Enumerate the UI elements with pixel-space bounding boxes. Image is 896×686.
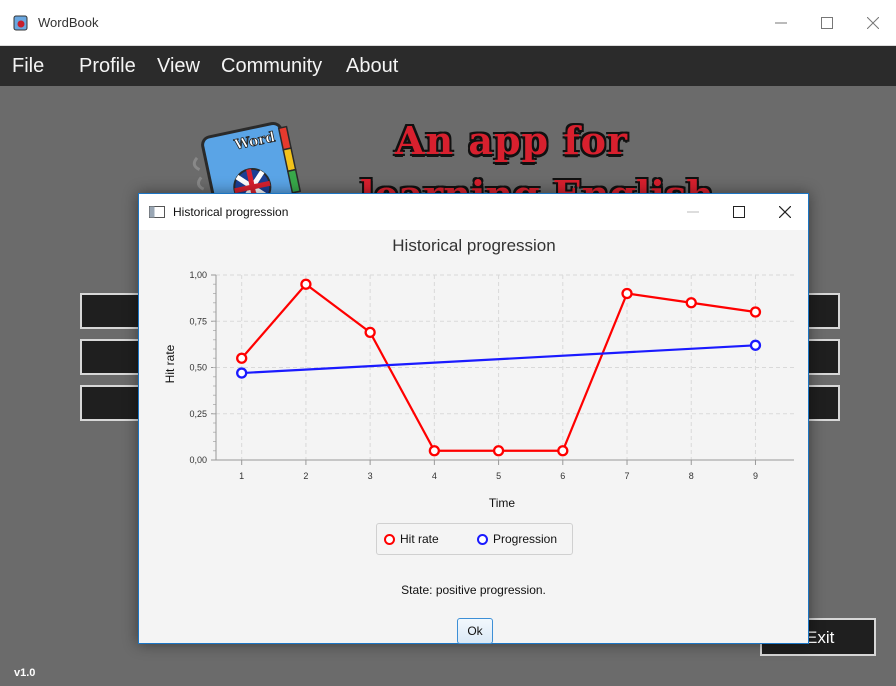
legend-label-progression: Progression [493, 532, 558, 546]
y-tick-label: 0,50 [189, 363, 207, 373]
y-tick-label: 1,00 [189, 270, 207, 280]
headline-line-1: An app for [395, 118, 629, 163]
dialog-title: Historical progression [173, 205, 289, 219]
data-point-hit-rate [236, 352, 248, 364]
wordbook-app-icon [13, 15, 28, 31]
main-window-title: WordBook [38, 15, 99, 30]
minimize-button[interactable] [758, 0, 804, 46]
dialog-title-bar: Historical progression [139, 194, 808, 230]
menu-profile[interactable]: Profile [79, 55, 136, 78]
maximize-icon [821, 17, 833, 29]
progression-state-text: State: positive progression. [401, 583, 546, 597]
version-label: v1.0 [14, 667, 36, 679]
x-axis-label: Time [489, 496, 516, 510]
data-point-hit-rate [621, 287, 633, 300]
legend-marker-progression [477, 533, 488, 545]
x-tick-label: 7 [625, 471, 630, 481]
menu-file[interactable]: File [12, 55, 44, 78]
data-point-progression [749, 339, 762, 351]
dialog-close-button[interactable] [762, 194, 808, 230]
y-tick-label: 0,75 [189, 316, 207, 326]
window-icon [149, 206, 165, 218]
historical-progression-dialog: Historical progression Historical progre… [138, 193, 809, 644]
dialog-minimize-button[interactable] [670, 194, 716, 230]
x-tick-label: 9 [753, 471, 758, 481]
close-icon [779, 206, 791, 218]
maximize-button[interactable] [804, 0, 850, 46]
x-tick-label: 5 [496, 471, 501, 481]
minimize-icon [687, 211, 699, 213]
x-tick-label: 4 [432, 471, 437, 481]
main-title-bar: WordBook [0, 0, 896, 46]
data-point-hit-rate [428, 445, 441, 457]
legend-label-hit-rate: Hit rate [400, 532, 439, 546]
x-tick-label: 8 [689, 471, 694, 481]
data-point-hit-rate [685, 297, 697, 309]
data-point-progression [236, 367, 248, 379]
x-tick-label: 1 [239, 471, 244, 481]
data-point-hit-rate [557, 445, 569, 457]
close-icon [867, 17, 879, 29]
chart-title: Historical progression [392, 236, 555, 255]
y-tick-label: 0,00 [189, 455, 207, 465]
menu-community[interactable]: Community [221, 55, 322, 78]
legend-item-hit-rate: Hit rate [384, 532, 439, 546]
x-tick-label: 2 [303, 471, 308, 481]
y-tick-label: 0,25 [189, 409, 207, 419]
legend-marker-hit-rate [384, 533, 395, 545]
data-point-hit-rate [492, 445, 505, 457]
close-button[interactable] [850, 0, 896, 46]
historical-progression-chart: Historical progression 0,00 0,25 0,50 0,75 1… [163, 236, 794, 510]
chart-grid [216, 274, 794, 461]
chart-legend: Hit rate Progression [376, 523, 573, 555]
data-point-hit-rate [364, 326, 376, 338]
dialog-maximize-button[interactable] [716, 194, 762, 230]
x-tick-label: 3 [368, 471, 373, 481]
menu-view[interactable]: View [157, 55, 200, 78]
x-tick-label: 6 [560, 471, 565, 481]
minimize-icon [775, 22, 787, 24]
ok-button[interactable]: Ok [457, 618, 493, 644]
y-axis-label: Hit rate [163, 344, 177, 383]
data-point-hit-rate [300, 278, 312, 290]
menu-about[interactable]: About [346, 55, 398, 78]
legend-item-progression: Progression [477, 532, 557, 546]
maximize-icon [733, 206, 745, 218]
menu-bar: File Profile View Community About [0, 46, 896, 86]
data-point-hit-rate [749, 306, 762, 318]
